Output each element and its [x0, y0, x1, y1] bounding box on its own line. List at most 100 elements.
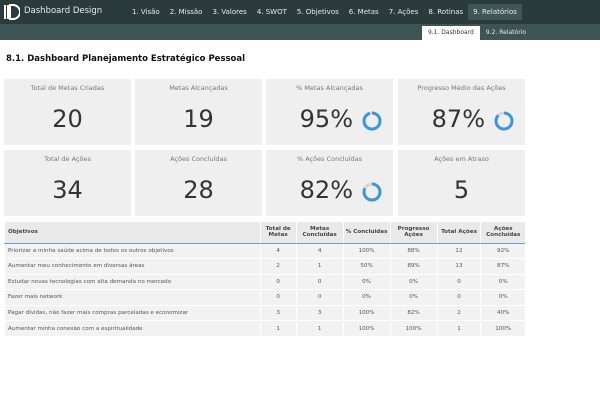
nav-tab[interactable]: 8. Rotinas — [423, 4, 468, 20]
kpi-label: Ações em Atraso — [434, 155, 489, 163]
column-header: Progresso Ações — [389, 222, 438, 244]
main-nav: 1. Visão 2. Missão 3. Valores 4. SWOT 5. Obj… — [127, 4, 522, 20]
table-cell: 100% — [342, 320, 391, 336]
table-row: Aumentar meu conhecimento em diversas ár… — [4, 258, 525, 274]
nav-tab[interactable]: 5. Objetivos — [292, 4, 344, 20]
nav-tab[interactable]: 1. Visão — [127, 4, 165, 20]
table-cell: 0% — [480, 289, 525, 305]
table-cell: 1 — [436, 320, 481, 336]
table-cell: Priorizar a minha saúde acima de todos o… — [4, 242, 261, 259]
table-cell: Estudar novas tecnologias com alta deman… — [4, 273, 261, 290]
table-cell: 0% — [342, 273, 391, 290]
column-header: Total Ações — [436, 222, 481, 244]
kpi-value: 5 — [453, 176, 470, 204]
table-cell: 100% — [342, 242, 391, 259]
kpi-value: 20 — [52, 105, 83, 133]
kpi-value: 19 — [183, 105, 214, 133]
table-cell: 87% — [480, 258, 525, 274]
kpi-card: Metas Alcançadas 19 — [135, 79, 262, 145]
kpi-value: 34 — [52, 176, 83, 204]
nav-tab[interactable]: 6. Metas — [344, 4, 384, 20]
nav-tab[interactable]: 2. Missão — [165, 4, 208, 20]
table-cell: 2 — [259, 258, 297, 274]
kpi-label: Ações Concluídas — [170, 155, 227, 163]
sub-bar: 9.1. Dashboard 9.2. Relatório — [0, 24, 600, 40]
table-cell: 0 — [436, 273, 481, 290]
nav-tab[interactable]: 3. Valores — [207, 4, 251, 20]
objectives-table: Objetivos Total de Metas Metas Concluídas%… — [4, 222, 525, 336]
table-cell: 100% — [480, 320, 525, 336]
table-cell: 0% — [389, 273, 438, 290]
table-cell: 100% — [389, 320, 438, 336]
sub-tab[interactable]: 9.1. Dashboard — [421, 26, 480, 40]
column-header: % Concluidas — [342, 222, 391, 244]
table-cell: 0% — [480, 273, 525, 290]
kpi-value: 28 — [183, 176, 214, 204]
table-cell: 13 — [436, 258, 481, 274]
kpi-label: % Metas Alcançadas — [296, 84, 363, 92]
kpi-card: Total de Ações 34 — [4, 150, 131, 216]
table-cell: 2 — [436, 304, 481, 321]
table-cell: 82% — [389, 304, 438, 321]
table-cell: 0 — [259, 289, 297, 305]
column-header: Objetivos — [4, 222, 261, 244]
column-header: Total de Metas — [259, 222, 297, 244]
progress-ring-icon — [362, 182, 382, 202]
table-cell: 0 — [295, 289, 344, 305]
table-cell: 4 — [259, 242, 297, 259]
kpi-label: Total de Ações — [44, 155, 91, 163]
app-title: Dashboard Design — [24, 6, 103, 16]
progress-ring-icon — [362, 111, 382, 131]
table-cell: 92% — [480, 242, 525, 259]
table-cell: 3 — [295, 304, 344, 321]
table-cell: 0 — [436, 289, 481, 305]
table-cell: 50% — [342, 258, 391, 274]
kpi-card: Total de Metas Criadas 20 — [4, 79, 131, 145]
kpi-label: Total de Metas Criadas — [30, 84, 105, 92]
kpi-card: Ações em Atraso 5 — [398, 150, 525, 216]
sub-nav: 9.1. Dashboard 9.2. Relatório — [421, 26, 532, 40]
table-row: Priorizar a minha saúde acima de todos o… — [4, 242, 525, 259]
column-header: Metas Concluídas — [295, 222, 344, 244]
column-header: Ações Concluídas — [480, 222, 525, 244]
top-bar: Dashboard Design 1. Visão 2. Missão 3. Val… — [0, 0, 600, 24]
kpi-card: Ações Concluídas 28 — [135, 150, 262, 216]
table-cell: Aumentar minha conexão com a espirituali… — [4, 320, 261, 336]
table-cell: 0 — [295, 273, 344, 290]
table-cell: 1 — [295, 258, 344, 274]
logo-icon — [4, 4, 20, 20]
table-row: Estudar novas tecnologias com alta deman… — [4, 273, 525, 290]
table-cell: Fazer mais network — [4, 289, 261, 305]
progress-ring-icon — [494, 111, 514, 131]
table-cell: 3 — [259, 304, 297, 321]
nav-tab[interactable]: 4. SWOT — [252, 4, 292, 20]
table-cell: 0 — [259, 273, 297, 290]
table-cell: 40% — [480, 304, 525, 321]
table-cell: 89% — [389, 258, 438, 274]
table-cell: 0% — [342, 289, 391, 305]
table-cell: 12 — [436, 242, 481, 259]
table-cell: Aumentar meu conhecimento em diversas ár… — [4, 258, 261, 274]
kpi-card: Progresso Médio das Ações 87% — [398, 79, 525, 145]
kpi-value: 82% — [299, 176, 353, 204]
page-title: 8.1. Dashboard Planejamento Estratégico … — [6, 54, 246, 64]
table-cell: Pagar dívidas, não fazer mais compras pa… — [4, 304, 261, 321]
table-row: Pagar dívidas, não fazer mais compras pa… — [4, 304, 525, 321]
table-cell: 0% — [389, 289, 438, 305]
kpi-card: % Metas Alcançadas 95% — [266, 79, 393, 145]
kpi-label: % Ações Concluídas — [296, 155, 362, 163]
table-row: Aumentar minha conexão com a espirituali… — [4, 320, 525, 336]
kpi-label: Metas Alcançadas — [169, 84, 228, 92]
kpi-value: 95% — [299, 105, 353, 133]
nav-tab[interactable]: 9. Relatórios — [468, 4, 522, 20]
sub-tab[interactable]: 9.2. Relatório — [480, 26, 532, 40]
table-cell: 88% — [389, 242, 438, 259]
kpi-value: 87% — [431, 105, 485, 133]
kpi-card: % Ações Concluídas 82% — [266, 150, 393, 216]
table-cell: 4 — [295, 242, 344, 259]
table-cell: 100% — [342, 304, 391, 321]
table-cell: 1 — [295, 320, 344, 336]
table-cell: 1 — [259, 320, 297, 336]
table-row: Fazer mais network 0 0 0% 0% 0 0% — [4, 289, 525, 305]
nav-tab[interactable]: 7. Ações — [384, 4, 424, 20]
